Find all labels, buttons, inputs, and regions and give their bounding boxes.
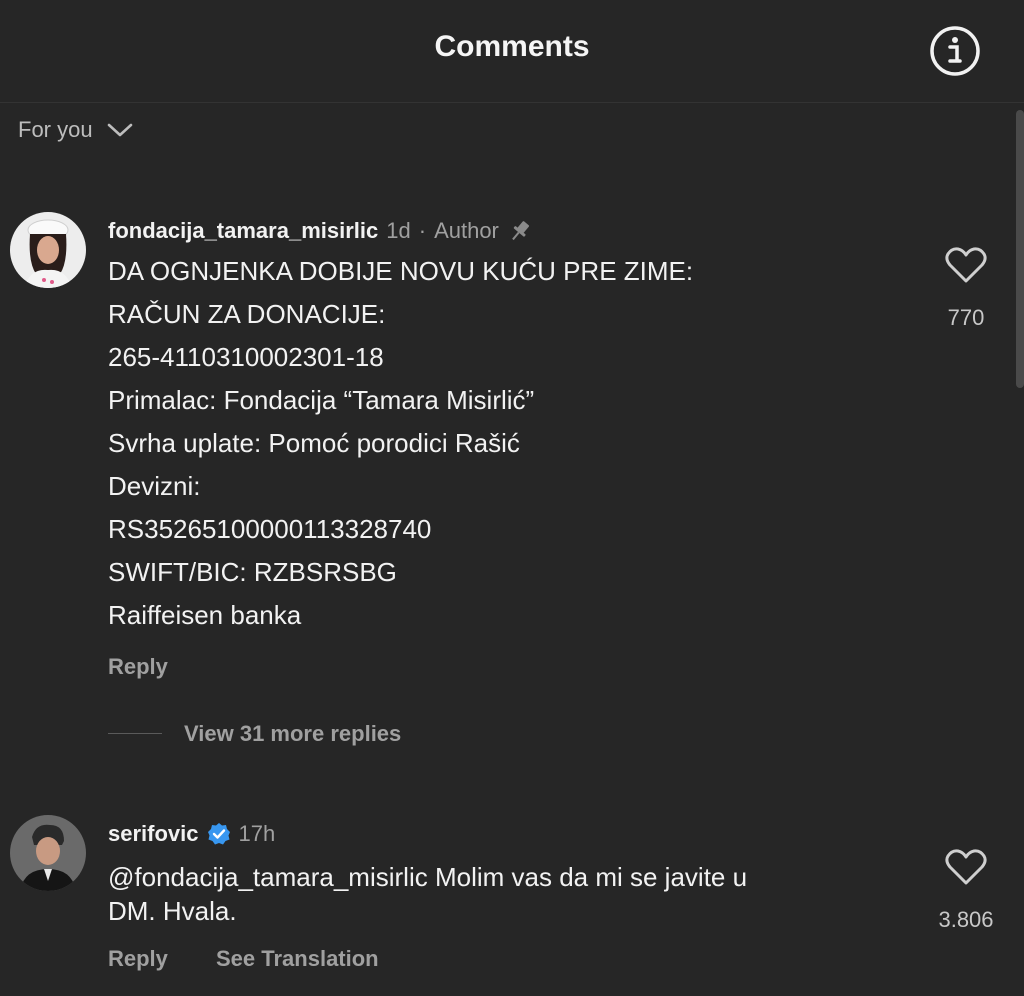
page-title: Comments — [434, 30, 590, 63]
comment-line: Svrha uplate: Pomoć porodici Rašić — [108, 428, 520, 458]
comment-username[interactable]: serifovic — [108, 821, 199, 847]
avatar-image — [10, 212, 86, 288]
info-circle-icon — [930, 26, 980, 76]
comment-line: RAČUN ZA DONACIJE: — [108, 299, 386, 329]
avatar[interactable] — [10, 815, 86, 891]
comment-line: RS35265100000113328740 — [108, 514, 432, 544]
comment-line: @fondacija_tamara_misirlic Molim vas da … — [108, 862, 748, 892]
scrollbar[interactable] — [1016, 110, 1024, 388]
comment-text: DA OGNJENKA DOBIJE NOVU KUĆU PRE ZIME: R… — [108, 254, 693, 641]
meta-separator: · — [418, 218, 427, 243]
comment-time: 17h — [238, 821, 276, 846]
chevron-down-icon — [107, 123, 132, 137]
avatar[interactable] — [10, 212, 86, 288]
comment-line: DA OGNJENKA DOBIJE NOVU KUĆU PRE ZIME: — [108, 256, 694, 286]
heart-icon[interactable] — [945, 848, 987, 886]
comment-meta: serifovic 17h — [108, 821, 275, 847]
comment-line: Devizni: — [108, 471, 201, 501]
author-badge: Author — [434, 218, 499, 243]
like-count: 770 — [947, 305, 985, 330]
verified-badge-icon — [207, 823, 230, 845]
comment-time: 1d — [386, 218, 411, 243]
pin-icon — [512, 221, 529, 241]
reply-button[interactable]: Reply — [108, 654, 168, 680]
comment-username[interactable]: fondacija_tamara_misirlic — [108, 218, 378, 244]
info-button[interactable] — [928, 24, 982, 78]
view-replies-button[interactable]: View 31 more replies — [184, 721, 401, 747]
see-translation-button[interactable]: See Translation — [216, 946, 379, 972]
comment-line: 265-4110310002301-18 — [108, 342, 384, 372]
replies-divider — [108, 733, 162, 734]
comment-line: Primalac: Fondacija “Tamara Misirlić” — [108, 385, 535, 415]
heart-icon[interactable] — [945, 246, 987, 284]
avatar-image — [10, 815, 86, 891]
comment-line: Raiffeisen banka — [108, 600, 302, 630]
reply-button[interactable]: Reply — [108, 946, 168, 972]
comment-line: SWIFT/BIC: RZBSRSBG — [108, 557, 397, 587]
sort-label: For you — [18, 117, 93, 142]
comments-header: Comments — [0, 0, 1024, 103]
like-count: 3.806 — [938, 907, 994, 932]
sort-dropdown[interactable]: For you — [18, 114, 133, 146]
comment-text: @fondacija_tamara_misirlic Molim vas da … — [108, 860, 747, 928]
comment-line: DM. Hvala. — [108, 896, 237, 926]
comment-meta: fondacija_tamara_misirlic 1d · Author — [108, 218, 533, 244]
